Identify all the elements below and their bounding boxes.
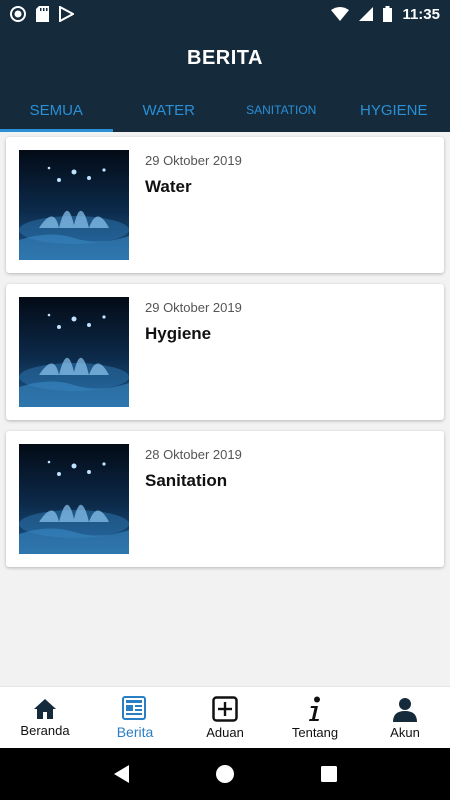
tab-label: HYGIENE <box>359 101 428 119</box>
battery-icon <box>383 6 393 22</box>
news-date: 29 Oktober 2019 <box>145 153 242 168</box>
news-title: Hygiene <box>145 324 212 343</box>
play-store-icon <box>59 6 74 22</box>
nav-aduan[interactable]: Aduan <box>180 687 270 748</box>
news-card[interactable]: 29 Oktober 2019 Hygiene <box>6 284 444 420</box>
tab-label: SANITATION <box>246 103 317 117</box>
home-icon <box>34 698 56 719</box>
news-card[interactable]: 28 Oktober 2019 Sanitation <box>6 431 444 567</box>
page-title: BERITA <box>187 46 263 69</box>
news-thumbnail <box>19 150 129 260</box>
nav-label: Akun <box>390 724 420 740</box>
status-bar: 11:35 <box>0 0 450 28</box>
nav-beranda[interactable]: Beranda <box>0 687 90 748</box>
tab-label: WATER <box>142 101 196 119</box>
news-title: Sanitation <box>145 471 228 490</box>
recents-icon[interactable] <box>320 765 338 783</box>
news-card[interactable]: 29 Oktober 2019 Water <box>6 137 444 273</box>
app-bar: BERITA <box>0 28 450 88</box>
back-icon[interactable] <box>112 764 130 784</box>
news-title: Water <box>145 177 192 196</box>
system-navigation-bar <box>0 748 450 800</box>
nav-label: Tentang <box>291 724 339 740</box>
nav-tentang[interactable]: Tentang <box>270 687 360 748</box>
nav-akun[interactable]: Akun <box>360 687 450 748</box>
info-icon <box>309 696 320 721</box>
signal-icon <box>359 7 374 21</box>
news-list: 29 Oktober 2019 Water 29 Oktober 2019 Hy… <box>0 132 450 686</box>
nav-berita[interactable]: Berita <box>90 687 180 748</box>
nav-label: Aduan <box>206 724 244 740</box>
account-icon <box>393 697 417 722</box>
record-icon <box>10 6 26 22</box>
nav-label: Beranda <box>20 722 70 738</box>
home-button-icon[interactable] <box>215 764 235 784</box>
bottom-navigation: Beranda Berita Aduan Tentang Akun <box>0 686 450 748</box>
category-tabs: SEMUA WATER SANITATION HYGIENE <box>0 88 450 132</box>
news-thumbnail <box>19 297 129 407</box>
tab-semua[interactable]: SEMUA <box>0 88 113 132</box>
tab-label: SEMUA <box>29 101 83 119</box>
add-box-icon <box>212 695 238 722</box>
status-time: 11:35 <box>402 5 440 23</box>
news-date: 28 Oktober 2019 <box>145 447 242 462</box>
tab-water[interactable]: WATER <box>113 88 226 132</box>
tab-sanitation[interactable]: SANITATION <box>225 88 338 132</box>
nav-label: Berita <box>116 724 154 740</box>
sd-card-icon <box>36 6 49 22</box>
tab-hygiene[interactable]: HYGIENE <box>338 88 450 132</box>
news-date: 29 Oktober 2019 <box>145 300 242 315</box>
wifi-icon <box>331 7 350 21</box>
newspaper-icon <box>122 696 146 720</box>
news-thumbnail <box>19 444 129 554</box>
